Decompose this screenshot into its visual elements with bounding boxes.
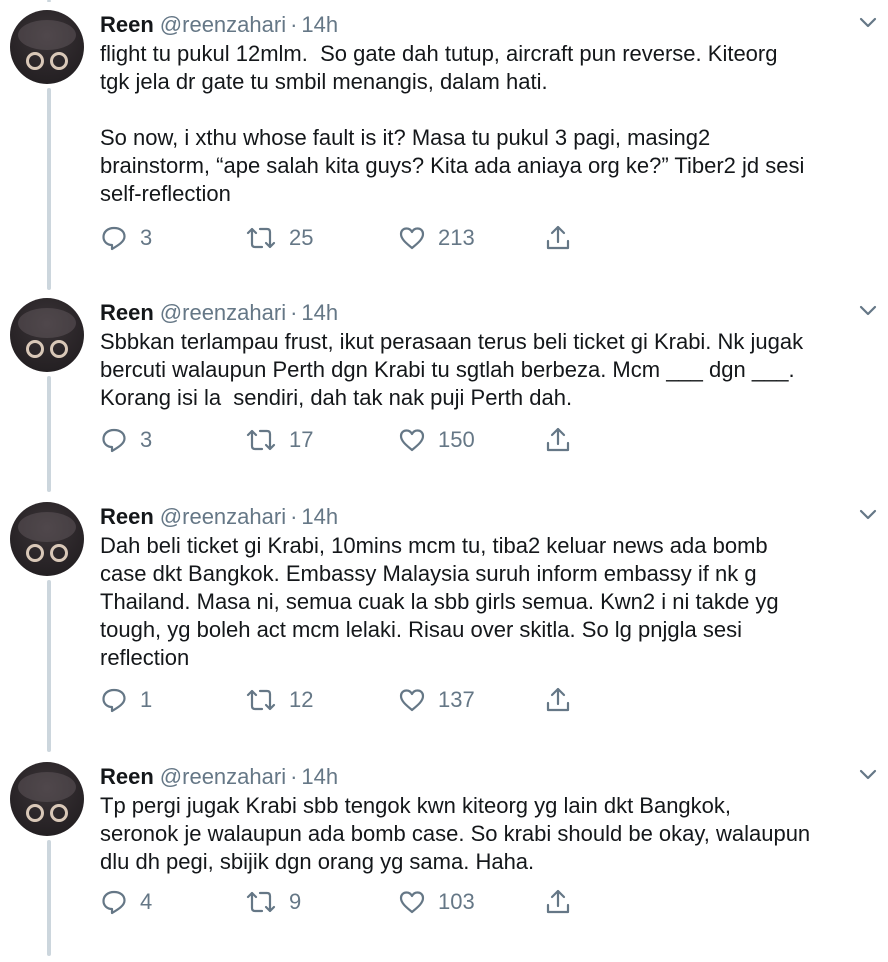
chevron-down-icon[interactable] bbox=[858, 304, 878, 318]
tweet-actions: 3 25 213 bbox=[100, 223, 580, 253]
tweet-header: Reen @reenzahari · 14h bbox=[100, 298, 338, 328]
heart-icon bbox=[399, 689, 425, 712]
heart-icon bbox=[399, 429, 425, 452]
retweet-count: 25 bbox=[289, 225, 314, 250]
like-button[interactable]: 213 bbox=[398, 223, 475, 253]
reply-icon bbox=[102, 688, 126, 713]
avatar[interactable] bbox=[10, 10, 84, 84]
share-icon bbox=[546, 427, 570, 452]
reply-count: 4 bbox=[140, 889, 153, 914]
reply-count: 3 bbox=[140, 225, 153, 250]
share-button[interactable] bbox=[544, 887, 572, 917]
reply-count: 1 bbox=[140, 687, 153, 712]
tweet-text: Dah beli ticket gi Krabi, 10mins mcm tu,… bbox=[100, 533, 779, 670]
heart-icon bbox=[399, 227, 425, 250]
tweet-actions: 3 17 150 bbox=[100, 425, 580, 455]
retweet-button[interactable]: 12 bbox=[245, 685, 313, 715]
retweet-count: 12 bbox=[289, 687, 314, 712]
avatar[interactable] bbox=[10, 502, 84, 576]
reply-button[interactable]: 1 bbox=[100, 685, 152, 715]
share-icon bbox=[546, 225, 570, 250]
separator: · bbox=[290, 12, 298, 37]
reply-button[interactable]: 3 bbox=[100, 425, 152, 455]
author-handle[interactable]: @reenzahari bbox=[160, 764, 286, 789]
tweet-actions: 4 9 103 bbox=[100, 887, 580, 917]
reply-icon bbox=[102, 890, 126, 915]
reply-icon bbox=[102, 428, 126, 453]
tweet-text: flight tu pukul 12mlm. So gate dah tutup… bbox=[100, 41, 805, 206]
tweet[interactable]: Reen @reenzahari · 14h Tp pergi jugak Krabi… bbox=[0, 752, 888, 952]
chevron-down-icon[interactable] bbox=[858, 768, 878, 782]
retweet-icon bbox=[246, 891, 276, 913]
avatar[interactable] bbox=[10, 762, 84, 836]
timestamp[interactable]: 14h bbox=[301, 12, 338, 37]
tweet[interactable]: Reen @reenzahari · 14h Sbbkan terlampau fru… bbox=[0, 288, 888, 488]
timestamp[interactable]: 14h bbox=[301, 764, 338, 789]
share-button[interactable] bbox=[544, 685, 572, 715]
reply-icon bbox=[102, 226, 126, 251]
retweet-button[interactable]: 17 bbox=[245, 425, 313, 455]
author-name[interactable]: Reen bbox=[100, 300, 154, 325]
separator: · bbox=[290, 764, 298, 789]
timestamp[interactable]: 14h bbox=[301, 300, 338, 325]
share-button[interactable] bbox=[544, 223, 572, 253]
retweet-button[interactable]: 25 bbox=[245, 223, 313, 253]
like-button[interactable]: 137 bbox=[398, 685, 475, 715]
tweet-header: Reen @reenzahari · 14h bbox=[100, 10, 338, 40]
tweet-text: Tp pergi jugak Krabi sbb tengok kwn kite… bbox=[100, 793, 811, 874]
like-count: 213 bbox=[438, 225, 475, 250]
like-button[interactable]: 103 bbox=[398, 887, 475, 917]
chevron-down-icon[interactable] bbox=[858, 16, 878, 30]
tweet-header: Reen @reenzahari · 14h bbox=[100, 762, 338, 792]
tweet-actions: 1 12 137 bbox=[100, 685, 580, 715]
heart-icon bbox=[399, 891, 425, 914]
author-name[interactable]: Reen bbox=[100, 504, 154, 529]
reply-count: 3 bbox=[140, 427, 153, 452]
retweet-icon bbox=[246, 429, 276, 451]
tweet[interactable]: Reen @reenzahari · 14h flight tu pukul 12ml… bbox=[0, 0, 888, 280]
retweet-button[interactable]: 9 bbox=[245, 887, 301, 917]
author-handle[interactable]: @reenzahari bbox=[160, 504, 286, 529]
author-handle[interactable]: @reenzahari bbox=[160, 12, 286, 37]
retweet-count: 17 bbox=[289, 427, 314, 452]
like-count: 103 bbox=[438, 889, 475, 914]
retweet-count: 9 bbox=[289, 889, 302, 914]
chevron-down-icon[interactable] bbox=[858, 508, 878, 522]
tweet-text: Sbbkan terlampau frust, ikut perasaan te… bbox=[100, 329, 804, 410]
separator: · bbox=[290, 504, 298, 529]
separator: · bbox=[290, 300, 298, 325]
author-handle[interactable]: @reenzahari bbox=[160, 300, 286, 325]
like-count: 137 bbox=[438, 687, 475, 712]
like-button[interactable]: 150 bbox=[398, 425, 475, 455]
reply-button[interactable]: 3 bbox=[100, 223, 152, 253]
share-icon bbox=[546, 687, 570, 712]
share-button[interactable] bbox=[544, 425, 572, 455]
share-icon bbox=[546, 889, 570, 914]
author-name[interactable]: Reen bbox=[100, 764, 154, 789]
avatar[interactable] bbox=[10, 298, 84, 372]
tweet-header: Reen @reenzahari · 14h bbox=[100, 502, 338, 532]
retweet-icon bbox=[246, 227, 276, 249]
like-count: 150 bbox=[438, 427, 475, 452]
reply-button[interactable]: 4 bbox=[100, 887, 152, 917]
retweet-icon bbox=[246, 689, 276, 711]
tweet[interactable]: Reen @reenzahari · 14h Dah beli ticket gi K… bbox=[0, 492, 888, 752]
author-name[interactable]: Reen bbox=[100, 12, 154, 37]
timestamp[interactable]: 14h bbox=[301, 504, 338, 529]
